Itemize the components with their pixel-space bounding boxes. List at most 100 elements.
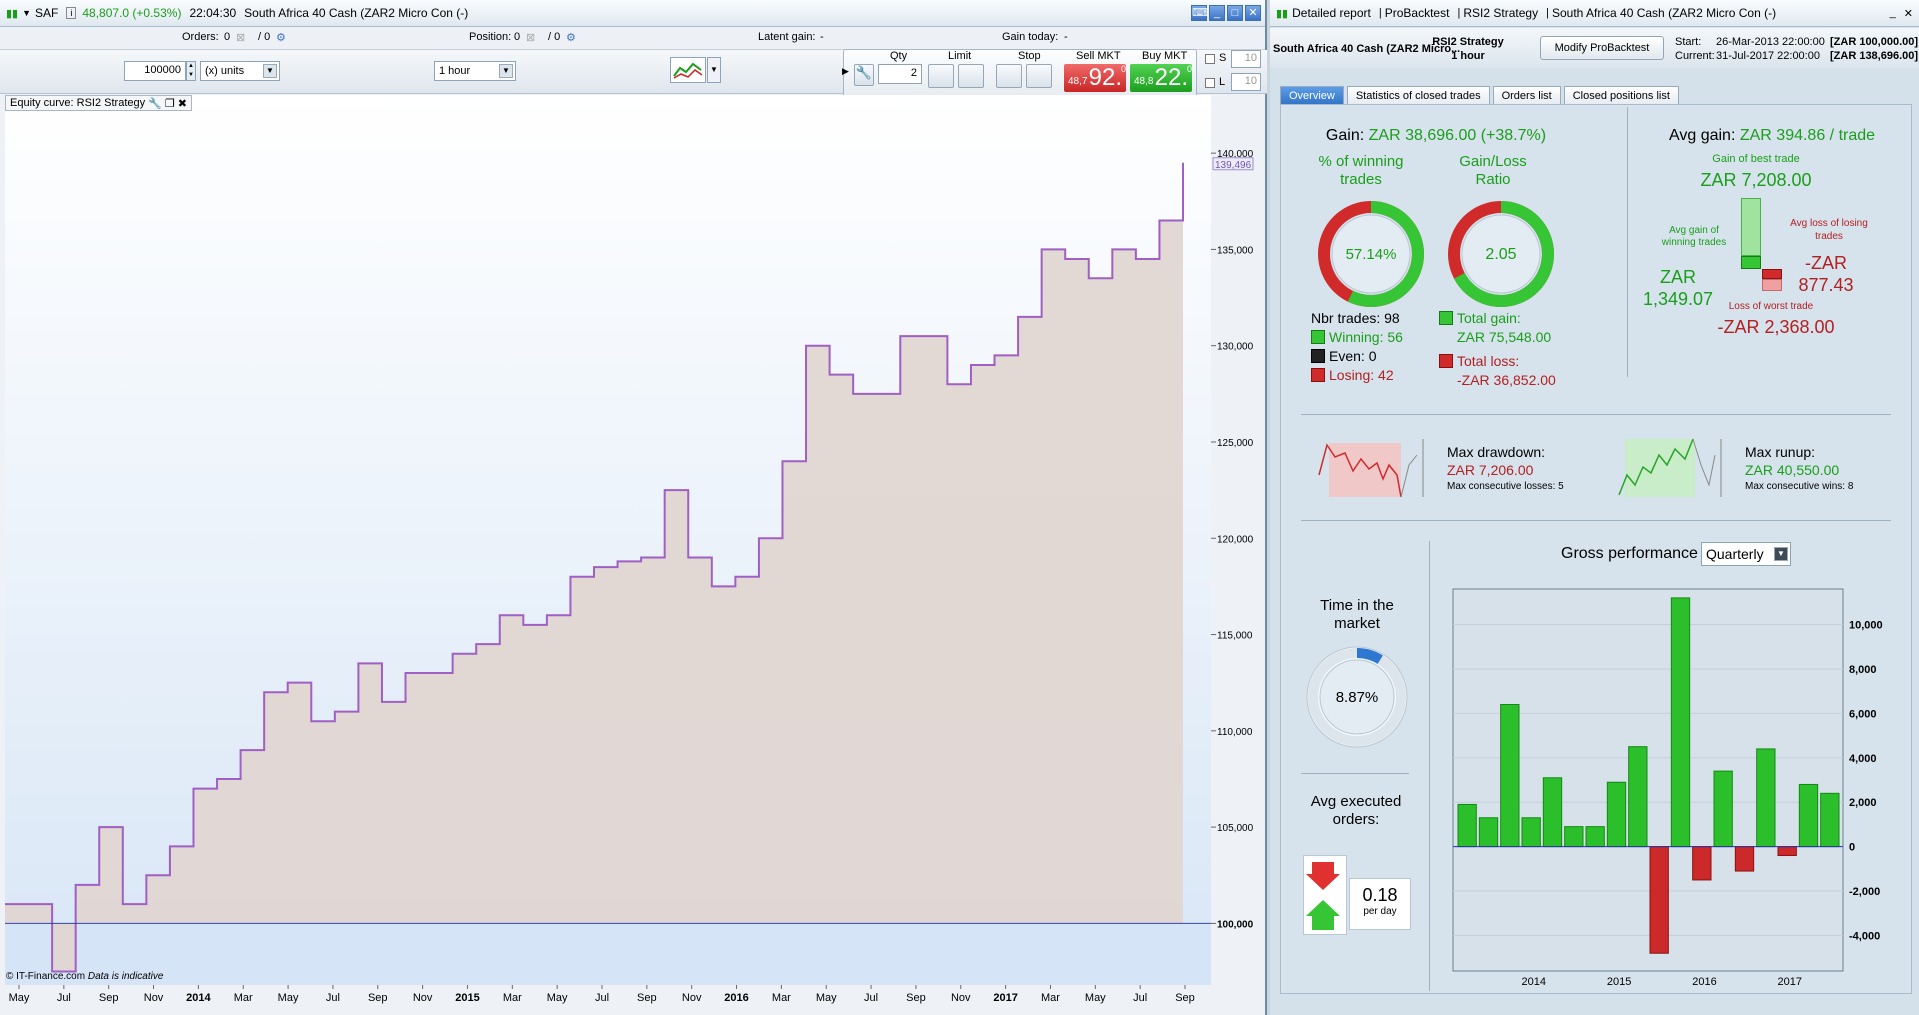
close-icon[interactable]: ✖ — [178, 97, 187, 110]
report-titlebar: ▮▮ Detailed report | ProBacktest | RSI2 St… — [1270, 0, 1919, 27]
gross-bar — [1692, 846, 1712, 881]
report-header: South Africa 40 Cash (ZAR2 Micro... RSI2… — [1270, 28, 1919, 68]
avg-win-currency: ZAR — [1660, 267, 1696, 287]
y-tick-label: 105,000 — [1217, 823, 1254, 834]
stop-sell-button[interactable] — [1026, 64, 1052, 88]
report-tabs: Overview Statistics of closed trades Ord… — [1280, 86, 1679, 105]
green-square-icon — [1439, 311, 1453, 325]
x-tick-label: Sep — [906, 992, 926, 1004]
x-tick-label: Jul — [595, 992, 609, 1004]
sell-label: Sell MKT — [1076, 50, 1121, 62]
red-square-icon — [1311, 368, 1325, 382]
gross-period-dropdown[interactable]: Quarterly ▼ — [1701, 542, 1791, 566]
maximize-icon[interactable]: □ — [1227, 5, 1243, 21]
tab-orders-list[interactable]: Orders list — [1492, 86, 1561, 105]
x-tick-label: Jul — [57, 992, 71, 1004]
report-title-probacktest[interactable]: ProBacktest — [1385, 6, 1450, 20]
stop-buy-button[interactable] — [996, 64, 1022, 88]
max-consec-wins: Max consecutive wins: 8 — [1745, 481, 1854, 492]
avg-gain-line: Avg gain: ZAR 394.86 / trade — [1637, 127, 1907, 145]
modify-probacktest-button[interactable]: Modify ProBacktest — [1540, 36, 1664, 60]
close-icon[interactable]: ✕ — [1904, 7, 1913, 20]
report-title-strategy[interactable]: RSI2 Strategy — [1463, 6, 1538, 20]
gross-y-tick-label: 10,000 — [1849, 620, 1883, 632]
units-dropdown[interactable]: (x) units ▼ — [200, 61, 280, 81]
limit-sell-button[interactable] — [958, 64, 984, 88]
gross-bar — [1798, 783, 1819, 848]
max-runup-label: Max runup: — [1745, 444, 1816, 460]
window-icon[interactable]: ❐ — [165, 97, 175, 110]
qty-input[interactable]: 2 — [878, 64, 922, 84]
timeframe-value: 1 hour — [439, 65, 471, 77]
gross-bar — [1500, 703, 1520, 848]
gain-label: Gain: — [1325, 127, 1365, 144]
qty-label: Qty — [890, 50, 908, 62]
gross-period-value: Quarterly — [1706, 546, 1764, 562]
chart-footer: © IT-Finance.com Data is indicative — [6, 971, 163, 982]
last-value-label: 139,496 — [1215, 160, 1252, 171]
report-window: ▮▮ Detailed report | ProBacktest | RSI2 St… — [1270, 0, 1919, 1015]
divider — [1301, 773, 1409, 774]
y-tick-label: 110,000 — [1217, 727, 1253, 738]
limit-buy-button[interactable] — [928, 64, 954, 88]
wrench-icon[interactable]: 🔧 — [854, 64, 874, 86]
minimize-icon[interactable]: _ — [1209, 5, 1225, 21]
equity-chart-header: Equity curve: RSI2 Strategy 🔧 ❐ ✖ — [5, 95, 192, 111]
time-in-market-label: Time in the market — [1320, 597, 1394, 632]
buy-market-button[interactable]: 48,8 22. 0 — [1130, 64, 1192, 92]
gross-x-tick-label: 2014 — [1522, 976, 1546, 988]
x-tick-label: Jul — [1133, 992, 1147, 1004]
orders-document — [1303, 855, 1347, 935]
limit-distance-input[interactable]: 10 — [1231, 73, 1261, 91]
quantity-stepper[interactable]: ▲ ▼ — [186, 61, 196, 81]
gross-bar — [1820, 792, 1840, 848]
avg-orders-unit: per day — [1363, 906, 1397, 917]
y-tick-label: 115,000 — [1217, 631, 1253, 642]
sell-price-small: 48,7 — [1068, 76, 1088, 87]
equity-chart-area[interactable]: Equity curve: RSI2 Strategy 🔧 ❐ ✖ © IT-F… — [5, 95, 1211, 985]
avg-win-bar — [1741, 256, 1761, 269]
stop-label: Stop — [1018, 50, 1041, 62]
chart-titlebar: ▮▮ ▼ SAF i 48,807.0 (+0.53%) 22:04:30 So… — [0, 0, 1265, 27]
report-title-instrument[interactable]: South Africa 40 Cash (ZAR2 Micro Con (-) — [1552, 6, 1776, 20]
minimize-icon[interactable]: _ — [1890, 7, 1896, 19]
timeframe-dropdown[interactable]: 1 hour ▼ — [434, 61, 516, 81]
equity-y-axis: 100,000 105,000 110,000 115,000 120,000 125,0… — [1211, 149, 1254, 930]
black-square-icon — [1311, 349, 1325, 363]
close-position-icon[interactable]: ⊠ — [526, 31, 535, 44]
orders-settings-icon[interactable]: ⚙ — [276, 31, 286, 44]
tab-closed-positions[interactable]: Closed positions list — [1563, 86, 1679, 105]
limit-checkbox-label: L — [1219, 76, 1226, 88]
position-settings-icon[interactable]: ⚙ — [566, 31, 576, 44]
x-tick-label: May — [1085, 992, 1106, 1004]
chevron-down-icon[interactable]: ▼ — [707, 57, 721, 83]
gain-value: ZAR 38,696.00 (+38.7%) — [1368, 127, 1547, 144]
quantity-input[interactable]: 100000 — [124, 61, 186, 81]
gross-y-tick-label: -4,000 — [1849, 930, 1880, 942]
keyboard-icon[interactable]: ⌨ — [1191, 5, 1208, 21]
winning-count: Winning: 56 — [1329, 329, 1403, 345]
symbol-label[interactable]: SAF — [35, 6, 58, 20]
avg-loss-value: -ZAR 877.43 — [1791, 252, 1861, 296]
stop-distance-input[interactable]: 10 — [1231, 50, 1261, 68]
tab-statistics[interactable]: Statistics of closed trades — [1346, 86, 1490, 105]
x-tick-label: May — [547, 992, 568, 1004]
wrench-icon[interactable]: 🔧 — [148, 97, 162, 110]
x-tick-label: Nov — [682, 992, 702, 1004]
chart-type-button[interactable] — [670, 57, 706, 83]
even-count: Even: 0 — [1329, 348, 1377, 364]
report-title-detailed[interactable]: Detailed report — [1292, 6, 1371, 20]
gross-performance-chart: -4,000 -2,000 0 2,000 4,000 6,000 8,000 10,000 2… — [1452, 588, 1883, 988]
close-icon[interactable]: ✕ — [1245, 5, 1261, 21]
x-tick-label: Nov — [144, 992, 164, 1004]
chevron-right-icon[interactable]: ▶ — [842, 66, 849, 77]
chart-style-icon — [673, 62, 703, 79]
chevron-down-icon[interactable]: ▼ — [22, 8, 31, 18]
limit-checkbox[interactable] — [1205, 78, 1215, 88]
info-icon[interactable]: i — [66, 7, 77, 19]
sell-price-sup: 0 — [1120, 64, 1126, 74]
cancel-orders-icon[interactable]: ⊠ — [236, 31, 245, 44]
tab-overview[interactable]: Overview — [1280, 86, 1344, 105]
stop-checkbox[interactable] — [1205, 54, 1215, 64]
sell-market-button[interactable]: 48,7 92. 0 — [1064, 64, 1126, 92]
